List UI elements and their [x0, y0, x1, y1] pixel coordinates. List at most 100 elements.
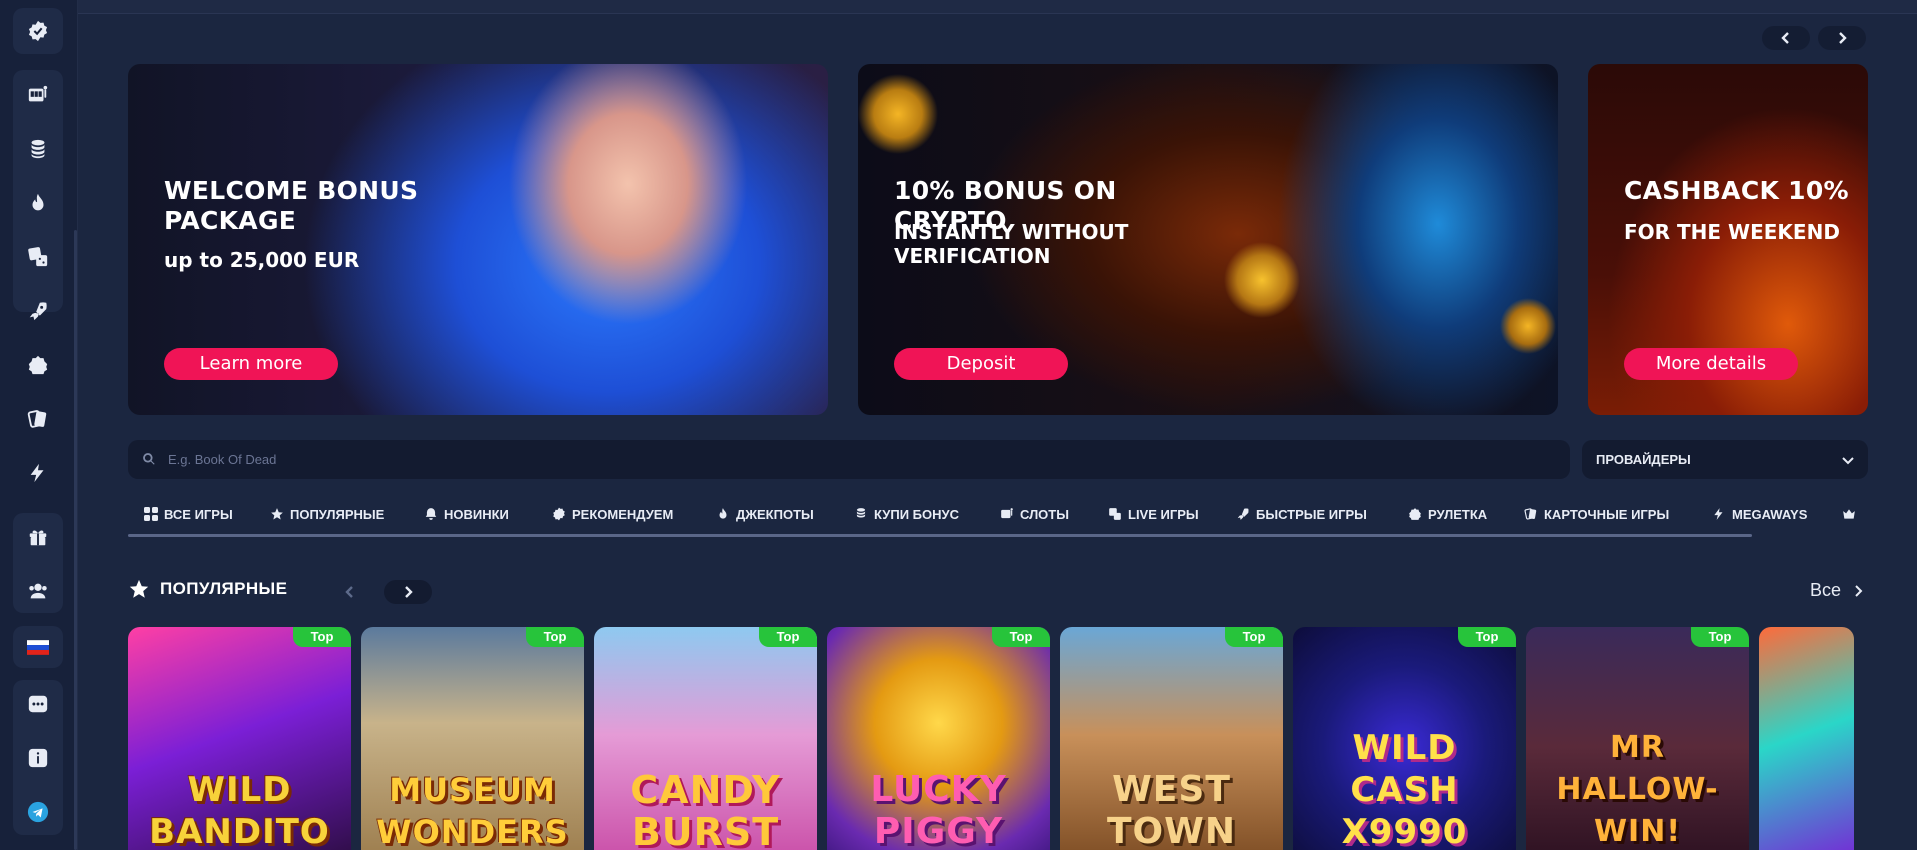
tab-popular[interactable]: ПОПУЛЯРНЫЕ	[270, 496, 384, 532]
game-title: WILD BANDITO	[149, 770, 330, 850]
tab-slots[interactable]: СЛОТЫ	[1000, 496, 1069, 532]
sidebar-scrollbar[interactable]	[74, 230, 77, 850]
tab-jackpots[interactable]: ДЖЕКПОТЫ	[716, 496, 814, 532]
tab-more[interactable]	[1842, 496, 1856, 532]
star-icon	[129, 579, 149, 598]
tab-new[interactable]: НОВИНКИ	[424, 496, 509, 532]
top-badge: Top	[526, 627, 584, 647]
bell-icon	[424, 507, 438, 521]
sidebar-item-slots[interactable]	[13, 72, 63, 118]
tab-label: LIVE ИГРЫ	[1128, 506, 1199, 522]
tab-card-games[interactable]: КАРТОЧНЫЕ ИГРЫ	[1524, 496, 1669, 532]
carousel-next-button[interactable]	[1818, 26, 1866, 50]
sidebar-item-fast-games[interactable]	[13, 288, 63, 334]
sidebar-item-promotions[interactable]	[13, 514, 63, 560]
top-badge: Top	[293, 627, 351, 647]
sidebar-item-live[interactable]	[13, 234, 63, 280]
tab-label: НОВИНКИ	[444, 506, 509, 522]
tab-live-games[interactable]: LIVE ИГРЫ	[1108, 496, 1199, 532]
users-icon	[29, 583, 47, 599]
tab-megaways[interactable]: MEGAWAYS	[1712, 496, 1807, 532]
learn-more-button[interactable]: Learn more	[164, 348, 338, 380]
tab-fast-games[interactable]: БЫСТРЫЕ ИГРЫ	[1236, 496, 1367, 532]
section-title: ПОПУЛЯРНЫЕ	[160, 579, 288, 598]
more-details-button[interactable]: More details	[1624, 348, 1798, 380]
cards-icon	[1524, 507, 1538, 521]
popular-header: ПОПУЛЯРНЫЕ	[128, 578, 287, 600]
cards-icon	[27, 410, 47, 428]
badge-check-icon	[28, 20, 48, 42]
game-title: CANDY BURST	[630, 768, 781, 850]
providers-dropdown[interactable]: ПРОВАЙДЕРЫ	[1582, 440, 1868, 479]
top-badge: Top	[1225, 627, 1283, 647]
game-search[interactable]	[128, 440, 1570, 479]
game-card[interactable]: Top LUCKY PIGGY	[827, 627, 1050, 850]
carousel-prev-button[interactable]	[1762, 26, 1810, 50]
sidebar-item-info[interactable]	[13, 735, 63, 781]
game-card[interactable]: Top WILD CASH X9990	[1293, 627, 1516, 850]
category-tabs: ВСЕ ИГРЫ ПОПУЛЯРНЫЕ НОВИНКИ РЕКОМЕНДУЕМ …	[128, 496, 1917, 538]
tab-recommended[interactable]: РЕКОМЕНДУЕМ	[552, 496, 673, 532]
search-input[interactable]	[168, 440, 1548, 479]
sidebar-item-recommended[interactable]	[13, 8, 63, 54]
game-card[interactable]: Top MR HALLOW-WIN!	[1526, 627, 1749, 850]
tab-buy-bonus[interactable]: КУПИ БОНУС	[854, 496, 959, 532]
sidebar-item-roulette[interactable]	[13, 342, 63, 388]
sidebar-item-card-games[interactable]	[13, 396, 63, 442]
top-bar	[78, 0, 1917, 14]
game-card[interactable]: Top WEST TOWN	[1060, 627, 1283, 850]
chevron-left-icon	[345, 586, 353, 598]
chevron-right-icon	[405, 586, 413, 598]
gift-icon	[29, 530, 47, 546]
dice-icon	[1108, 507, 1122, 521]
star-icon	[270, 507, 284, 521]
sidebar-item-jackpots[interactable]	[13, 180, 63, 226]
category-scrollbar[interactable]	[128, 534, 1752, 537]
game-title: MR HALLOW-WIN!	[1556, 730, 1719, 849]
dice-icon	[28, 247, 48, 267]
chevron-left-icon	[1781, 32, 1789, 44]
sidebar-item-megaways[interactable]	[13, 450, 63, 496]
game-card[interactable]: Top MUSEUM WONDERS	[361, 627, 584, 850]
view-all-label: Все	[1810, 580, 1842, 600]
banner-title: WELCOME BONUS PACKAGE	[164, 176, 419, 235]
search-icon	[142, 452, 156, 466]
top-badge: Top	[1691, 627, 1749, 647]
tab-roulette[interactable]: РУЛЕТКА	[1408, 496, 1487, 532]
lightning-icon	[30, 463, 44, 483]
flame-icon	[716, 507, 730, 521]
chat-icon	[28, 695, 48, 713]
chevron-right-icon	[1839, 32, 1847, 44]
flame-icon	[32, 193, 44, 211]
game-card[interactable]: Top WILD BANDITO	[128, 627, 351, 850]
badge-check-icon	[552, 507, 566, 521]
banner-crypto[interactable]: 10% BONUS ON CRYPTO INSTANTLY WITHOUT VE…	[858, 64, 1558, 415]
sidebar-item-language[interactable]	[13, 626, 63, 668]
game-card-partial[interactable]	[1759, 627, 1854, 850]
game-title: MUSEUM WONDERS	[376, 771, 569, 850]
tab-label: MEGAWAYS	[1732, 506, 1808, 522]
tab-label: СЛОТЫ	[1020, 506, 1069, 522]
tab-label: РУЛЕТКА	[1428, 506, 1488, 522]
game-title: WILD CASH X9990	[1341, 728, 1468, 850]
sidebar-item-chat[interactable]	[13, 681, 63, 727]
banner-welcome[interactable]: WELCOME BONUS PACKAGE up to 25,000 EUR L…	[128, 64, 828, 415]
providers-label: ПРОВАЙДЕРЫ	[1596, 452, 1691, 467]
view-all-link[interactable]: Все	[1810, 580, 1863, 601]
tab-all-games[interactable]: ВСЕ ИГРЫ	[144, 496, 233, 532]
sidebar-item-telegram[interactable]	[13, 789, 63, 835]
sidebar	[0, 0, 78, 850]
tab-label: КАРТОЧНЫЕ ИГРЫ	[1544, 506, 1670, 522]
sidebar-item-buy-bonus[interactable]	[13, 126, 63, 172]
deposit-button[interactable]: Deposit	[894, 348, 1068, 380]
banner-subtitle: FOR THE WEEKEND	[1624, 220, 1840, 244]
sidebar-item-affiliates[interactable]	[13, 568, 63, 614]
top-badge: Top	[992, 627, 1050, 647]
popular-next-button[interactable]	[384, 580, 432, 604]
telegram-icon	[27, 801, 49, 823]
game-title: WEST TOWN	[1107, 769, 1236, 850]
grid-icon	[144, 507, 158, 521]
popular-prev-button[interactable]	[326, 580, 374, 604]
game-card[interactable]: Top CANDY BURST	[594, 627, 817, 850]
banner-cashback[interactable]: CASHBACK 10% FOR THE WEEKEND More detail…	[1588, 64, 1868, 415]
